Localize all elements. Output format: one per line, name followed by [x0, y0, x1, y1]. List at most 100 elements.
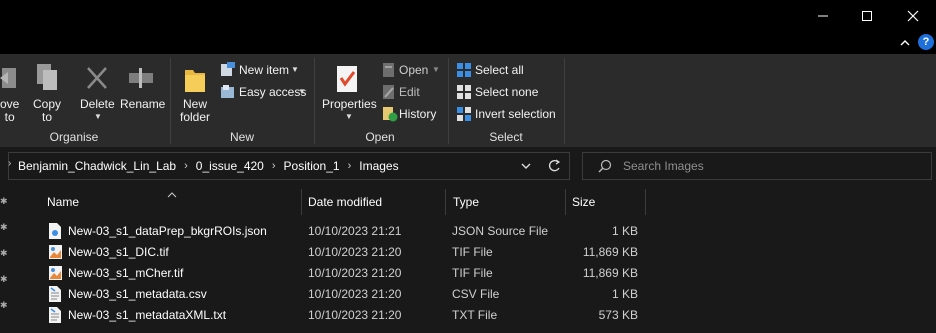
search-input[interactable]: Search Images — [623, 159, 704, 173]
select-all-icon — [457, 63, 471, 77]
select-all-button[interactable]: Select all — [456, 62, 536, 80]
help-icon: ? — [922, 36, 930, 48]
copy-to-button[interactable]: Copy to — [30, 60, 64, 124]
file-size: 11,869 KB — [582, 245, 638, 259]
ribbon-divider — [564, 58, 565, 144]
file-date: 10/10/2023 21:20 — [308, 308, 402, 322]
file-type: TIF File — [452, 245, 493, 259]
json-file-icon — [49, 223, 61, 239]
new-item-label: New item — [239, 63, 290, 77]
chevron-right-icon[interactable]: › — [348, 160, 352, 172]
column-divider[interactable] — [301, 189, 302, 215]
file-date: 10/10/2023 21:21 — [308, 224, 402, 238]
breadcrumb-issue[interactable]: 0_issue_420 — [196, 159, 264, 173]
search-icon — [598, 159, 612, 173]
column-header-type[interactable]: Type — [453, 195, 479, 209]
select-none-label: Select none — [475, 85, 539, 99]
open-icon — [383, 63, 394, 77]
chevron-right-icon[interactable]: › — [184, 160, 188, 172]
new-item-button[interactable]: New item ▼ — [220, 62, 304, 80]
file-date: 10/10/2023 21:20 — [308, 266, 402, 280]
column-header-size[interactable]: Size — [572, 195, 595, 209]
column-divider[interactable] — [565, 189, 566, 215]
open-label: Open — [399, 63, 429, 77]
invert-selection-icon — [457, 107, 471, 121]
title-bar — [0, 0, 936, 31]
refresh-icon — [549, 159, 561, 172]
select-none-icon — [457, 85, 471, 99]
breadcrumb-position[interactable]: Position_1 — [284, 159, 340, 173]
open-dropdown-icon: ▼ — [432, 65, 440, 74]
history-button[interactable]: History — [382, 106, 442, 124]
pin-icon: ✱ — [0, 300, 8, 310]
file-type: TXT File — [452, 308, 498, 322]
delete-button[interactable]: Delete ▼ — [78, 60, 116, 122]
edit-button[interactable]: Edit — [382, 84, 432, 102]
ribbon-divider — [170, 58, 171, 144]
breadcrumb-images[interactable]: Images — [359, 159, 398, 173]
csv-file-icon — [49, 286, 61, 302]
move-to-icon — [0, 68, 16, 88]
easy-access-button[interactable]: Easy access ▼ — [220, 84, 308, 102]
breadcrumb: Benjamin_Chadwick_Lin_Lab › 0_issue_420 … — [18, 159, 399, 173]
help-button[interactable]: ? — [918, 34, 934, 50]
maximize-icon — [862, 10, 872, 21]
properties-button[interactable]: Properties ▼ — [320, 60, 377, 122]
new-folder-label: New folder — [180, 97, 211, 124]
breadcrumb-lab[interactable]: Benjamin_Chadwick_Lin_Lab — [18, 159, 176, 173]
invert-selection-label: Invert selection — [475, 107, 556, 121]
open-button[interactable]: Open ▼ — [382, 62, 446, 80]
minimize-button[interactable] — [800, 0, 846, 31]
pin-icon: ✱ — [0, 196, 8, 206]
move-to-button[interactable]: ove to — [0, 60, 22, 124]
file-size: 1 KB — [611, 287, 638, 301]
refresh-button[interactable] — [546, 157, 562, 175]
table-row[interactable]: New-03_s1_metadata.csv 10/10/2023 21:20 … — [40, 284, 646, 304]
select-none-button[interactable]: Select none — [456, 84, 546, 102]
column-divider[interactable] — [645, 189, 646, 215]
file-date: 10/10/2023 21:20 — [308, 245, 402, 259]
file-size: 11,869 KB — [582, 266, 638, 280]
new-folder-button[interactable]: New folder — [176, 60, 216, 124]
rename-button[interactable]: Rename — [119, 60, 166, 122]
rename-label: Rename — [120, 97, 166, 111]
edit-icon — [383, 85, 394, 99]
move-to-label: ove to — [0, 97, 20, 124]
column-header-name[interactable]: Name — [47, 195, 79, 209]
file-type: CSV File — [452, 287, 500, 301]
maximize-button[interactable] — [844, 0, 890, 31]
file-date: 10/10/2023 21:20 — [308, 287, 402, 301]
column-header-date[interactable]: Date modified — [308, 195, 382, 209]
file-type: JSON Source File — [452, 224, 549, 238]
pin-icon: ✱ — [0, 248, 8, 258]
delete-label: Delete — [80, 97, 115, 111]
table-row[interactable]: New-03_s1_mCher.tif 10/10/2023 21:20 TIF… — [40, 263, 646, 283]
column-divider[interactable] — [445, 189, 446, 215]
select-group-label: Select — [489, 130, 523, 144]
file-type: TIF File — [452, 266, 493, 280]
history-icon — [383, 107, 398, 122]
table-row[interactable]: New-03_s1_metadataXML.txt 10/10/2023 21:… — [40, 305, 646, 325]
address-dropdown-button[interactable] — [518, 158, 534, 174]
minimize-icon — [818, 15, 828, 16]
close-icon — [907, 10, 919, 21]
select-all-label: Select all — [475, 63, 524, 77]
invert-selection-button[interactable]: Invert selection — [456, 106, 560, 124]
file-name: New-03_s1_metadataXML.txt — [68, 308, 227, 322]
breadcrumb-overflow-icon[interactable]: › — [8, 158, 16, 174]
close-button[interactable] — [890, 0, 936, 31]
file-name: New-03_s1_DIC.tif — [68, 245, 169, 259]
table-row[interactable]: New-03_s1_DIC.tif 10/10/2023 21:20 TIF F… — [40, 242, 646, 262]
chevron-up-icon — [900, 40, 910, 46]
organise-group-label: Organise — [49, 130, 99, 144]
copy-to-icon — [37, 64, 57, 90]
collapse-ribbon-button[interactable] — [898, 36, 912, 50]
chevron-right-icon[interactable]: › — [272, 160, 276, 172]
sort-ascending-icon — [166, 186, 178, 198]
chevron-down-icon — [521, 163, 531, 169]
new-folder-icon — [185, 70, 205, 92]
new-group-label: New — [229, 130, 254, 144]
table-row[interactable]: New-03_s1_dataPrep_bkgrROIs.json 10/10/2… — [40, 221, 646, 241]
file-size: 1 KB — [611, 224, 638, 238]
ribbon-divider — [448, 58, 449, 144]
